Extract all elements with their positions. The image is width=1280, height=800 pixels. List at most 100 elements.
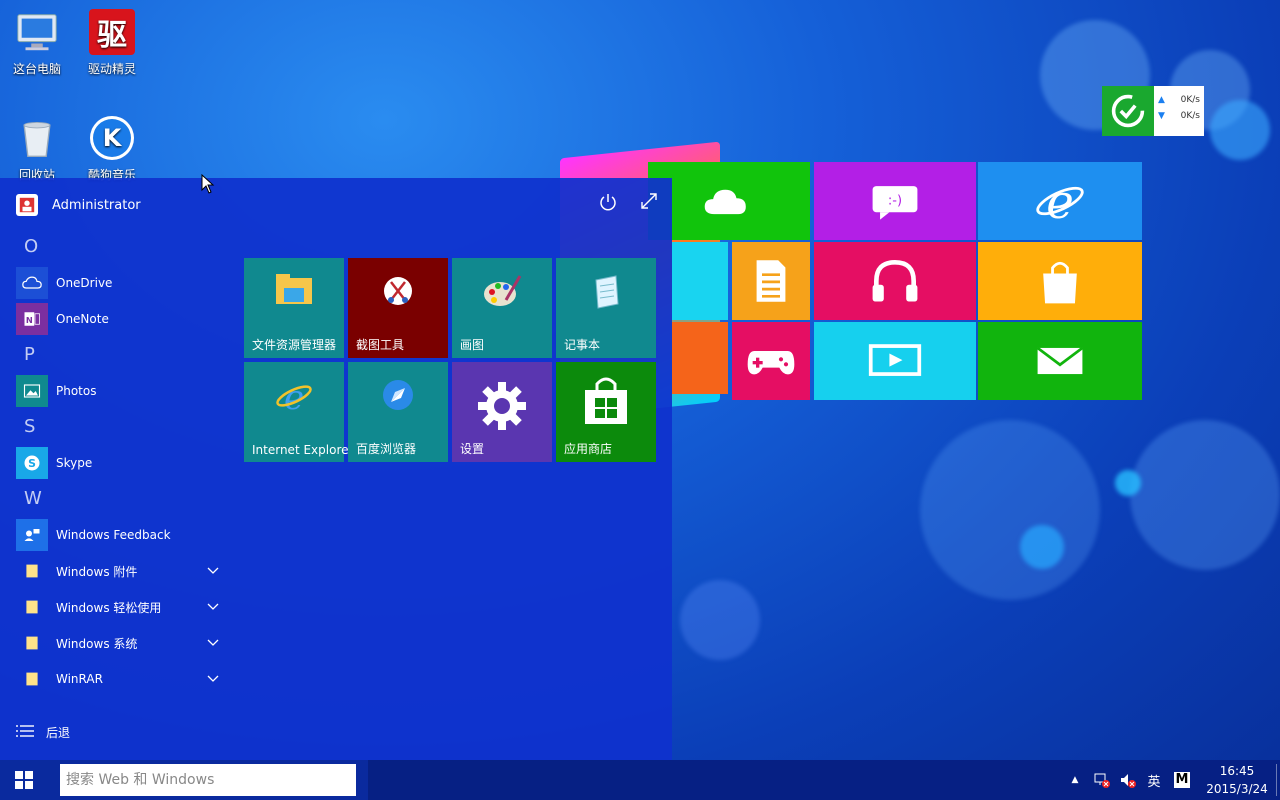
app-label: Skype <box>56 456 93 470</box>
taskbar: 搜索 Web 和 Windows ▲ 英 M 16:45 2015/3/24 <box>0 760 1280 800</box>
folder-icon <box>16 555 48 587</box>
app-label: Windows 轻松使用 <box>56 600 162 615</box>
music-icon <box>814 242 976 320</box>
tile-file-explorer[interactable]: 文件资源管理器 <box>244 258 344 358</box>
tile-label: 记事本 <box>564 338 601 352</box>
recycle-bin-icon <box>13 114 61 162</box>
user-name: Administrator <box>52 197 141 213</box>
reader-icon <box>732 242 810 320</box>
desktop-icon-label: 这台电脑 <box>12 62 61 76</box>
expand-icon <box>641 193 657 209</box>
tile-internet-explorer[interactable]: e Internet Explore <box>244 362 349 462</box>
clock-time: 16:45 <box>1219 764 1255 778</box>
desktop-icon-this-pc[interactable]: 这台电脑 <box>2 8 72 77</box>
letter-header-p[interactable]: P <box>24 344 35 365</box>
tile-settings[interactable]: 设置 <box>452 362 552 462</box>
desktop-icon-kugou[interactable]: K 酷狗音乐 <box>77 114 147 183</box>
ie-icon: e <box>244 376 344 416</box>
app-label: Photos <box>56 384 97 398</box>
folder-icon <box>16 591 48 623</box>
network-tray-icon[interactable] <box>1090 760 1114 800</box>
onenote-icon: N <box>16 303 48 335</box>
folder-icon <box>244 272 344 306</box>
clock-date: 2015/3/24 <box>1206 782 1268 796</box>
svg-text::-): :-) <box>888 194 902 209</box>
svg-text:N: N <box>26 315 33 325</box>
ime-language-indicator[interactable]: 英 <box>1142 760 1166 800</box>
start-button[interactable] <box>0 760 48 800</box>
computer-icon <box>13 8 61 56</box>
driver-genius-icon: 驱 <box>88 8 136 56</box>
tile-label: 截图工具 <box>356 338 405 352</box>
back-label: 后退 <box>46 726 71 740</box>
chevron-down-icon[interactable] <box>206 563 220 580</box>
palette-icon <box>452 272 552 310</box>
video-icon <box>814 322 976 400</box>
download-arrow-icon: ▼ <box>1158 111 1165 121</box>
user-account[interactable]: Administrator <box>16 194 141 216</box>
tile-store[interactable]: 应用商店 <box>556 362 656 462</box>
tile-label: Internet Explore <box>252 443 349 457</box>
tile-snipping-tool[interactable]: 截图工具 <box>348 258 448 358</box>
download-rate: 0K/s <box>1180 111 1200 121</box>
folder-icon <box>16 627 48 659</box>
photos-icon <box>16 375 48 407</box>
letter-header-s[interactable]: S <box>24 416 35 437</box>
search-input[interactable]: 搜索 Web 和 Windows <box>60 764 356 796</box>
gear-icon <box>452 380 552 432</box>
letter-header-o[interactable]: O <box>24 236 38 257</box>
onedrive-icon <box>16 267 48 299</box>
app-onenote[interactable]: N OneNote <box>16 303 226 335</box>
ime-mode-icon: M <box>1174 772 1190 788</box>
network-speed-widget[interactable]: ▲ 0K/s ▼ 0K/s <box>1102 86 1204 136</box>
volume-muted-icon[interactable] <box>1116 760 1140 800</box>
skype-icon: S <box>16 447 48 479</box>
show-desktop-button[interactable] <box>1276 764 1277 796</box>
app-folder-windows-accessories[interactable]: Windows 附件 <box>16 555 226 587</box>
list-icon <box>16 725 34 740</box>
app-label: OneDrive <box>56 276 113 290</box>
power-button[interactable] <box>598 192 618 216</box>
letter-header-w[interactable]: W <box>24 488 42 509</box>
tile-label: 应用商店 <box>564 442 613 456</box>
app-photos[interactable]: Photos <box>16 375 226 407</box>
mouse-cursor-icon <box>201 173 215 198</box>
app-label: OneNote <box>56 312 109 326</box>
chevron-down-icon[interactable] <box>206 599 220 616</box>
tile-notepad[interactable]: 记事本 <box>556 258 656 358</box>
tile-label: 百度浏览器 <box>356 442 417 456</box>
store-icon <box>556 374 656 426</box>
app-label: WinRAR <box>56 672 103 686</box>
expand-button[interactable] <box>640 192 658 214</box>
desktop-icon-driver-genius[interactable]: 驱 驱动精灵 <box>77 8 147 77</box>
avatar <box>16 194 38 216</box>
back-button[interactable]: 后退 <box>16 724 70 741</box>
show-hidden-icons-button[interactable]: ▲ <box>1066 760 1084 800</box>
chevron-down-icon[interactable] <box>206 671 220 688</box>
app-label: Windows 系统 <box>56 636 138 651</box>
app-folder-windows-system[interactable]: Windows 系统 <box>16 627 226 659</box>
scissors-icon <box>348 272 448 310</box>
folder-icon <box>16 663 48 695</box>
check-icon <box>1102 86 1154 136</box>
cloud-icon <box>648 162 810 240</box>
app-skype[interactable]: S Skype <box>16 447 226 479</box>
desktop-icon-recycle-bin[interactable]: 回收站 <box>2 114 72 183</box>
svg-text:e: e <box>284 378 304 416</box>
app-folder-winrar[interactable]: WinRAR <box>16 663 226 695</box>
app-windows-feedback[interactable]: Windows Feedback <box>16 519 226 551</box>
tile-paint[interactable]: 画图 <box>452 258 552 358</box>
ime-mode-button[interactable]: M <box>1170 760 1194 800</box>
app-onedrive[interactable]: OneDrive <box>16 267 226 299</box>
start-menu-app-list: Administrator O OneDrive N OneNote P Pho… <box>0 178 232 760</box>
app-label: Windows Feedback <box>56 528 171 542</box>
app-label: Windows 附件 <box>56 564 138 579</box>
app-folder-windows-ease-of-access[interactable]: Windows 轻松使用 <box>16 591 226 623</box>
notepad-icon <box>556 272 656 310</box>
clock[interactable]: 16:45 2015/3/24 <box>1200 762 1274 798</box>
tile-baidu-browser[interactable]: 百度浏览器 <box>348 362 448 462</box>
desktop-icon-label: 驱动精灵 <box>87 62 136 76</box>
games-icon <box>732 322 810 400</box>
chevron-down-icon[interactable] <box>206 635 220 652</box>
power-icon <box>600 194 616 211</box>
